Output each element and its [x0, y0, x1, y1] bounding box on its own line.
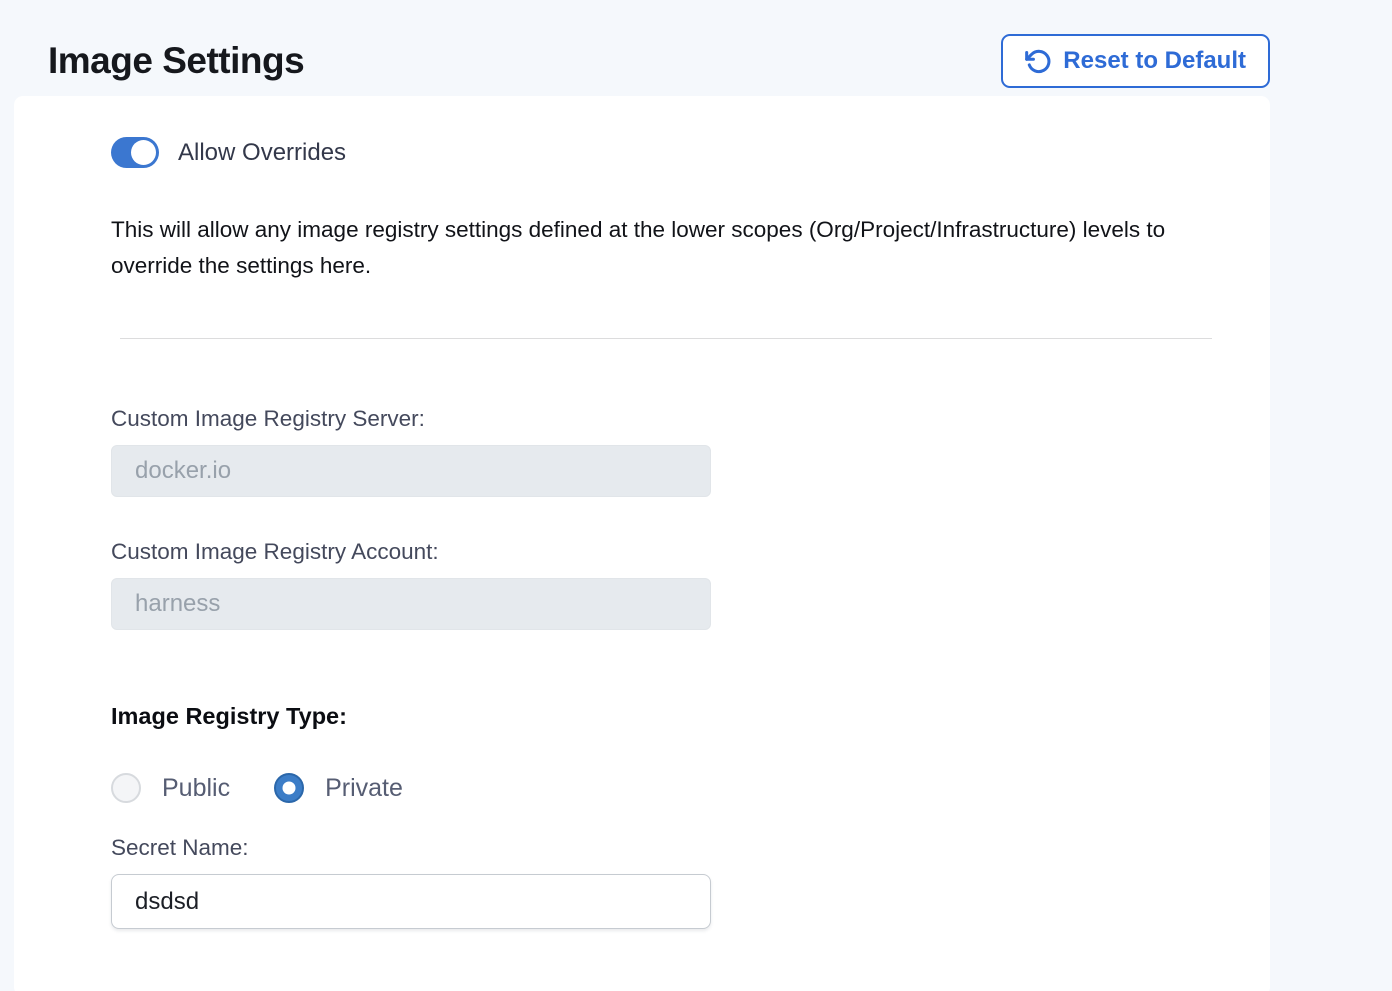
reset-button-label: Reset to Default — [1063, 47, 1246, 75]
overrides-description: This will allow any image registry setti… — [111, 212, 1210, 284]
registry-server-label: Custom Image Registry Server: — [111, 406, 1210, 432]
radio-private-label: Private — [325, 774, 403, 803]
image-settings-card: Allow Overrides This will allow any imag… — [14, 96, 1270, 991]
radio-private-circle[interactable] — [274, 773, 304, 803]
reset-ccw-icon — [1025, 48, 1052, 75]
allow-overrides-toggle[interactable] — [111, 137, 159, 168]
radio-public-circle[interactable] — [111, 773, 141, 803]
registry-server-input — [111, 445, 711, 497]
secret-name-label: Secret Name: — [111, 835, 1210, 861]
secret-name-input[interactable] — [111, 874, 711, 929]
toggle-knob — [131, 140, 156, 165]
page-title: Image Settings — [48, 40, 304, 82]
registry-type-radio-group: Public Private — [111, 773, 1210, 803]
page-header: Image Settings Reset to Default — [0, 0, 1392, 96]
radio-option-public[interactable]: Public — [111, 773, 230, 803]
registry-type-label: Image Registry Type: — [111, 703, 1210, 730]
reset-to-default-button[interactable]: Reset to Default — [1001, 34, 1270, 88]
section-divider — [120, 338, 1212, 339]
allow-overrides-row: Allow Overrides — [111, 137, 1210, 168]
allow-overrides-label: Allow Overrides — [178, 139, 346, 167]
registry-account-input — [111, 578, 711, 630]
radio-option-private[interactable]: Private — [274, 773, 403, 803]
radio-public-label: Public — [162, 774, 230, 803]
registry-account-label: Custom Image Registry Account: — [111, 539, 1210, 565]
